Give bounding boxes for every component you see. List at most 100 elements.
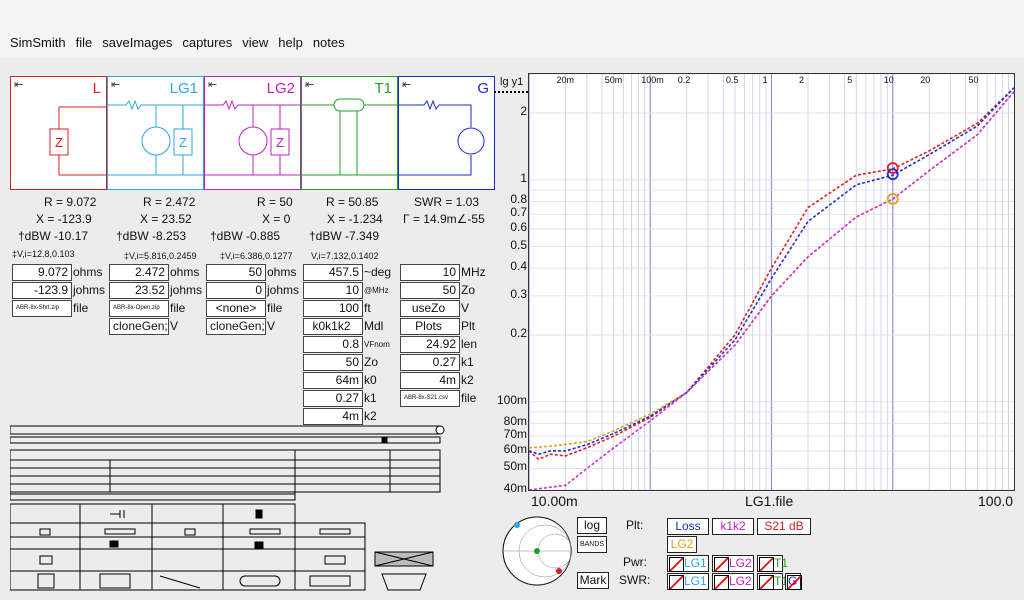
y-tick-label: 1 (520, 170, 527, 185)
plot-area[interactable] (528, 73, 1015, 491)
y-tick-label: 40m (503, 481, 527, 495)
LG2-x-unit: johms (267, 283, 300, 297)
LG2-clone-field[interactable]: cloneGen; (206, 318, 266, 335)
x-top-tick-label: 1 (762, 75, 768, 85)
mark-button[interactable]: Mark (577, 572, 609, 589)
T1-unit-2: ft (364, 301, 371, 315)
y-tick-label: 0.3 (510, 286, 527, 301)
T1-field-0[interactable]: 457.5 (303, 264, 363, 281)
T1-unit-4: VFnom (364, 340, 390, 349)
swr-g-toggle[interactable]: G (785, 573, 802, 590)
x-top-tick-label: 2 (798, 75, 804, 85)
G-unit-3: Plt (461, 319, 476, 333)
block-LG1[interactable]: ⇤ LG1 Z (107, 76, 204, 190)
G-unit-7: file (461, 391, 477, 405)
swr-lg1-toggle[interactable]: LG1 (667, 573, 709, 590)
T1-unit-3: Mdl (364, 319, 384, 333)
T1-resistance: R = 50.85 (326, 195, 379, 209)
T1-field-3[interactable]: k0k1k2 (303, 318, 363, 335)
y-tick-label: 0.2 (510, 325, 527, 340)
component-palette[interactable] (10, 424, 446, 592)
T1-field-8[interactable]: 4m (303, 408, 363, 425)
G-field-4[interactable]: 24.92 (400, 336, 460, 353)
LG1-resistance: R = 2.472 (143, 195, 196, 209)
pwr-t1-toggle[interactable]: T1 (757, 555, 788, 572)
block-L[interactable]: ⇤ L Z (10, 76, 107, 190)
plt-k1k2[interactable]: k1k2 (712, 518, 754, 535)
G-field-0[interactable]: 10 (400, 264, 460, 281)
LG1-clone-field[interactable]: cloneGen; (109, 318, 169, 335)
menu-file[interactable]: file (76, 35, 93, 50)
LG1-file-label: file (170, 301, 186, 315)
LG2-r-unit: ohms (267, 265, 297, 279)
LG1-x-field[interactable]: 23.52 (109, 282, 169, 299)
x-top-tick-label: 20 (920, 75, 931, 85)
plot-svg (528, 73, 1015, 491)
LG1-reactance: X = 23.52 (140, 212, 192, 226)
plt-lg2[interactable]: LG2 (667, 536, 697, 553)
y-tick-label: 0.4 (510, 259, 527, 274)
log-button[interactable]: log (577, 517, 607, 534)
x-left-label: 10.00m (531, 493, 578, 509)
T1-field-1[interactable]: 10 (303, 282, 363, 299)
G-field-1[interactable]: 50 (400, 282, 460, 299)
block-T1[interactable]: ⇤ T1 (301, 76, 398, 190)
menu-simsmith[interactable]: SimSmith (10, 35, 66, 50)
L-file-field[interactable]: ABR-8x-Shrt.zip (12, 300, 72, 317)
x-top-tick-label: 0.2 (677, 75, 691, 85)
G-field-3[interactable]: Plots (400, 318, 460, 335)
block-G[interactable]: ⇤ G (398, 76, 495, 190)
T1-field-2[interactable]: 100 (303, 300, 363, 317)
G-unit-1: Zo (461, 283, 476, 297)
y-tick-label: 0.5 (510, 237, 527, 252)
menu-saveimages[interactable]: saveImages (102, 35, 172, 50)
generator-icon (399, 99, 485, 176)
plt-s21[interactable]: S21 dB (757, 518, 811, 535)
smith-chart[interactable] (500, 514, 574, 588)
G-unit-0: MHz (461, 265, 486, 279)
L-x-field[interactable]: -123.9 (12, 282, 72, 299)
LG1-r-field[interactable]: 2.472 (109, 264, 169, 281)
menu-captures[interactable]: captures (182, 35, 232, 50)
G-field-2[interactable]: useZo (400, 300, 460, 317)
plt-loss[interactable]: Loss (667, 518, 709, 535)
G-unit-2: V (461, 301, 470, 315)
G-field-5[interactable]: 0.27 (400, 354, 460, 371)
LG2-dbw: †dBW -0.885 (210, 229, 281, 243)
block-LG2[interactable]: ⇤ LG2 Z (204, 76, 301, 190)
G-field-7[interactable]: ABR-8x-S21.csv (400, 390, 460, 407)
svg-text:Z: Z (276, 135, 284, 150)
LG2-file-field[interactable]: <none> (206, 300, 266, 317)
swr-t1-toggle[interactable]: T1 (757, 573, 788, 590)
menu-view[interactable]: view (242, 35, 268, 50)
T1-unit-1: @MHz (364, 286, 389, 295)
LG1-file-field[interactable]: ABR-8x-Open.zip (109, 300, 169, 317)
G-swr: SWR = 1.03 (414, 195, 480, 209)
LG2-r-field[interactable]: 50 (206, 264, 266, 281)
x-right-label: 100.0 (978, 493, 1014, 509)
L-file-label: file (73, 301, 89, 315)
T1-field-6[interactable]: 64m (303, 372, 363, 389)
menu-help[interactable]: help (278, 35, 303, 50)
x-top-tick-label: 5 (847, 75, 853, 85)
y-tick-label: 70m (503, 427, 527, 442)
T1-reactance: X = -1.234 (327, 212, 383, 226)
svg-text:Z: Z (55, 135, 63, 150)
G-field-6[interactable]: 4m (400, 372, 460, 389)
pwr-lg2-toggle[interactable]: LG2 (712, 555, 754, 572)
LG1-x-unit: johms (170, 283, 203, 297)
G-unit-4: len (461, 337, 478, 351)
x-top-tick-label: 0.5 (726, 75, 739, 85)
G-unit-6: k2 (461, 373, 474, 387)
L-r-field[interactable]: 9.072 (12, 264, 72, 281)
LG1-vi: ‡V,i=5.816,0.2459 (124, 251, 197, 261)
bands-button[interactable]: BANDS (577, 536, 607, 553)
swr-lg2-toggle[interactable]: LG2 (712, 573, 754, 590)
LG2-x-field[interactable]: 0 (206, 282, 266, 299)
menu-notes[interactable]: notes (313, 35, 345, 50)
pwr-lg1-toggle[interactable]: LG1 (667, 555, 709, 572)
L-resistance: R = 9.072 (44, 195, 97, 209)
T1-field-5[interactable]: 50 (303, 354, 363, 371)
T1-field-4[interactable]: 0.8 (303, 336, 363, 353)
T1-field-7[interactable]: 0.27 (303, 390, 363, 407)
